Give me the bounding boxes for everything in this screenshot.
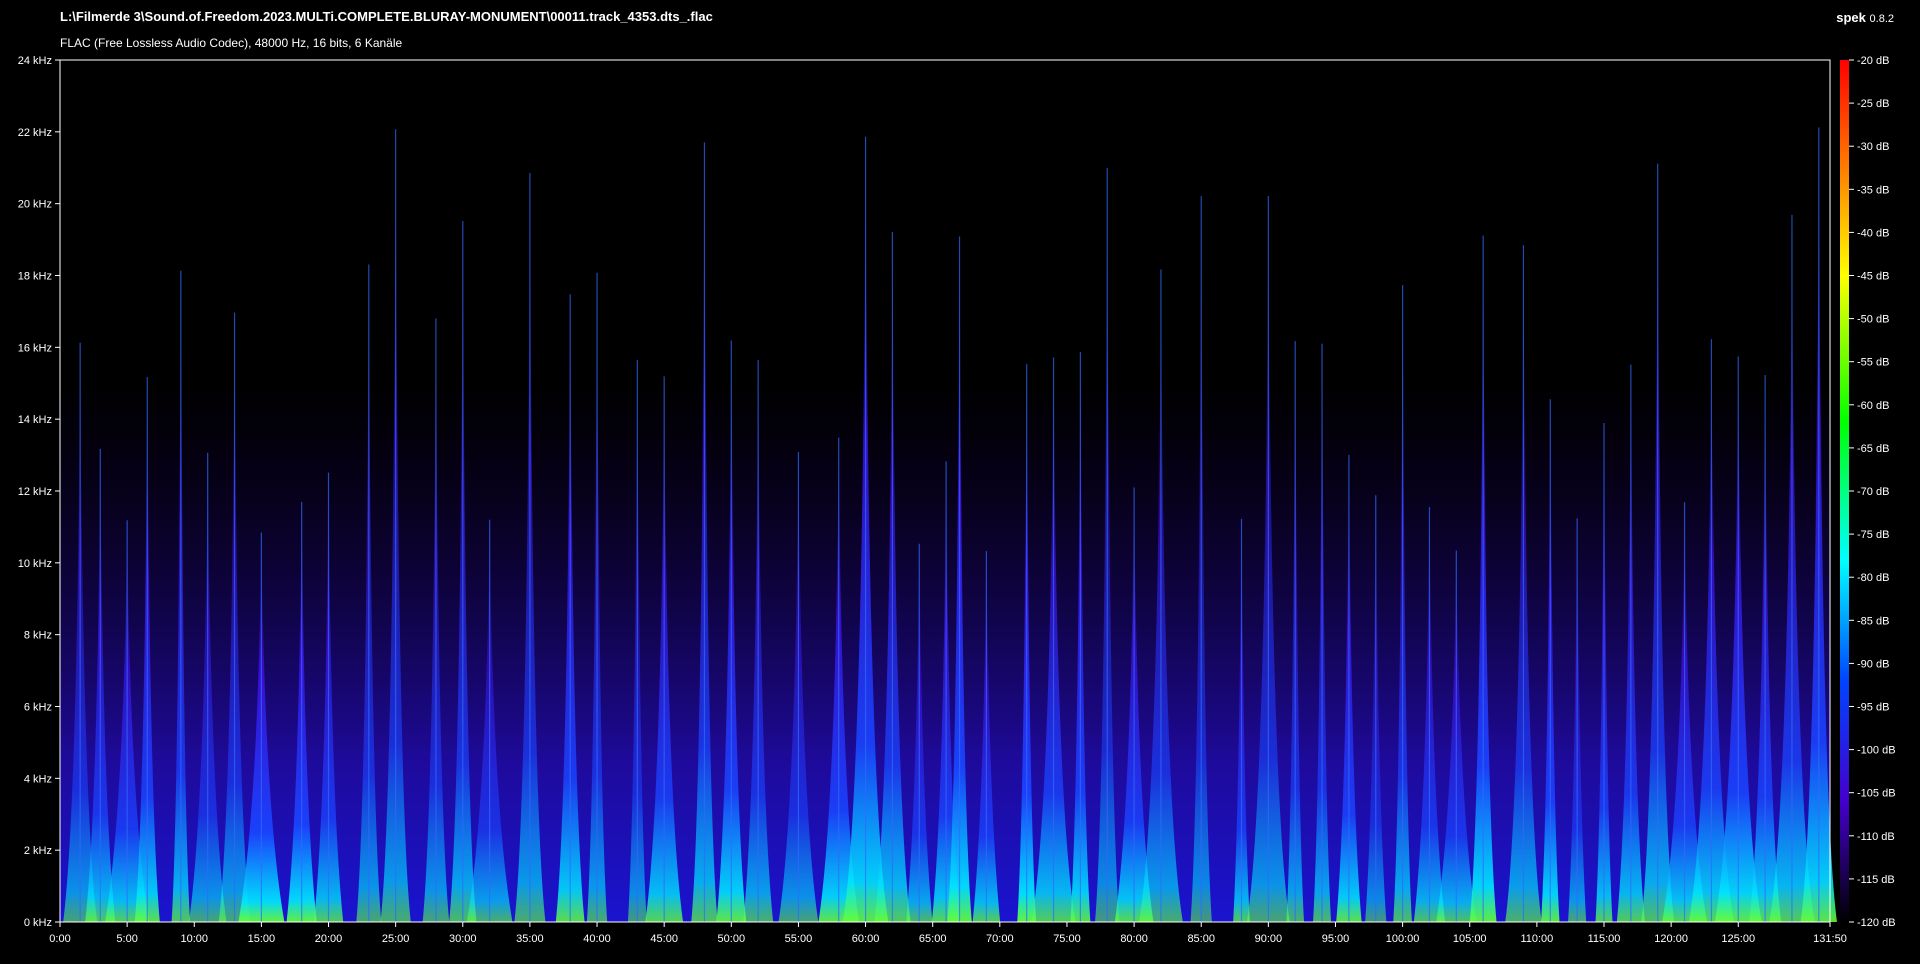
db-tick-label: -120 dB xyxy=(1857,917,1896,929)
x-tick-label: 25:00 xyxy=(382,933,410,945)
db-tick-label: -100 dB xyxy=(1857,745,1896,757)
db-tick-label: -20 dB xyxy=(1857,55,1889,67)
y-tick-label: 12 kHz xyxy=(18,486,52,498)
db-tick-label: -65 dB xyxy=(1857,443,1889,455)
x-tick-label: 5:00 xyxy=(116,933,137,945)
x-tick-label: 45:00 xyxy=(650,933,678,945)
db-tick-label: -60 dB xyxy=(1857,400,1889,412)
db-tick-label: -110 dB xyxy=(1857,831,1895,843)
x-tick-label: 90:00 xyxy=(1255,933,1283,945)
db-tick-label: -95 dB xyxy=(1857,702,1889,714)
y-tick-label: 10 kHz xyxy=(18,558,52,570)
frequency-axis: 0 kHz 2 kHz 4 kHz 6 kHz 8 kHz 10 kHz 12 kHz 14 … xyxy=(18,55,60,929)
y-tick-label: 8 kHz xyxy=(24,630,52,642)
db-tick-label: -55 dB xyxy=(1857,357,1889,369)
x-tick-label: 0:00 xyxy=(49,933,70,945)
y-tick-label: 14 kHz xyxy=(18,414,52,426)
x-tick-label: 100:00 xyxy=(1386,933,1420,945)
spek-window: L:\Filmerde 3\Sound.of.Freedom.2023.MULT… xyxy=(0,0,1920,964)
y-tick-label: 16 kHz xyxy=(18,342,52,354)
db-color-scale: -20 dB -25 dB -30 dB -35 dB -40 dB -45 dB -50 … xyxy=(1840,55,1896,929)
x-tick-label: 105:00 xyxy=(1453,933,1487,945)
x-tick-label: 120:00 xyxy=(1654,933,1688,945)
db-tick-label: -45 dB xyxy=(1857,271,1889,283)
db-tick-label: -85 dB xyxy=(1857,615,1889,627)
x-tick-label: 10:00 xyxy=(180,933,208,945)
x-tick-label: 80:00 xyxy=(1120,933,1148,945)
x-tick-label: 40:00 xyxy=(583,933,611,945)
x-tick-label: 85:00 xyxy=(1187,933,1215,945)
x-tick-label: 131:50 xyxy=(1813,933,1847,945)
spectrogram-chart: 0 kHz 2 kHz 4 kHz 6 kHz 8 kHz 10 kHz 12 kHz 14 … xyxy=(18,55,1896,945)
y-tick-label: 2 kHz xyxy=(24,845,52,857)
x-tick-label: 55:00 xyxy=(785,933,813,945)
db-tick-label: -115 dB xyxy=(1857,874,1895,886)
x-tick-label: 30:00 xyxy=(449,933,477,945)
db-tick-label: -80 dB xyxy=(1857,572,1889,584)
y-tick-label: 24 kHz xyxy=(18,55,52,67)
db-tick-label: -30 dB xyxy=(1857,141,1889,153)
y-tick-label: 0 kHz xyxy=(24,917,52,929)
db-tick-label: -25 dB xyxy=(1857,98,1889,110)
db-tick-label: -105 dB xyxy=(1857,788,1896,800)
db-tick-label: -40 dB xyxy=(1857,227,1889,239)
y-tick-label: 4 kHz xyxy=(24,773,52,785)
x-tick-label: 115:00 xyxy=(1588,933,1621,945)
x-tick-label: 65:00 xyxy=(919,933,947,945)
y-tick-label: 20 kHz xyxy=(18,199,52,211)
x-tick-label: 35:00 xyxy=(516,933,544,945)
db-color-bar xyxy=(1840,60,1849,922)
x-tick-label: 75:00 xyxy=(1053,933,1081,945)
x-tick-label: 20:00 xyxy=(315,933,343,945)
db-tick-label: -70 dB xyxy=(1857,486,1889,498)
y-tick-label: 22 kHz xyxy=(18,127,52,139)
x-tick-label: 125:00 xyxy=(1721,933,1755,945)
x-tick-label: 70:00 xyxy=(986,933,1014,945)
spectrogram-plot-area xyxy=(59,59,1837,923)
db-tick-label: -35 dB xyxy=(1857,184,1889,196)
db-tick-label: -75 dB xyxy=(1857,529,1889,541)
x-tick-label: 50:00 xyxy=(718,933,746,945)
y-tick-label: 18 kHz xyxy=(18,271,52,283)
db-tick-label: -90 dB xyxy=(1857,658,1889,670)
x-tick-label: 15:00 xyxy=(248,933,276,945)
time-axis: 0:00 5:00 10:00 15:00 20:00 25:00 30:00 35:00 40… xyxy=(49,922,1847,945)
y-tick-label: 6 kHz xyxy=(24,702,52,714)
x-tick-label: 110:00 xyxy=(1520,933,1553,945)
x-tick-label: 95:00 xyxy=(1322,933,1350,945)
db-tick-label: -50 dB xyxy=(1857,314,1889,326)
x-tick-label: 60:00 xyxy=(852,933,880,945)
